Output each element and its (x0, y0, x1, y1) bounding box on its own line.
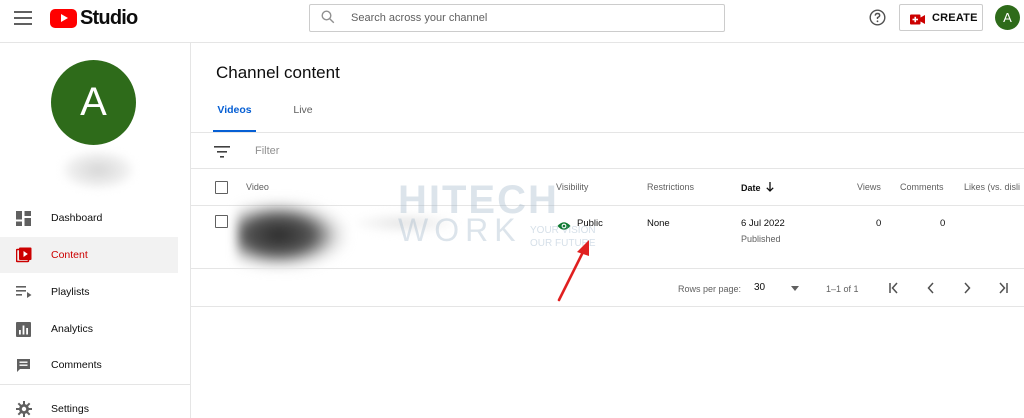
sidebar-item-settings[interactable]: Settings (0, 391, 178, 418)
row-divider (191, 268, 1024, 269)
annotation-arrow-icon (557, 240, 589, 302)
comments-value: 0 (940, 218, 946, 229)
sidebar-divider (0, 384, 190, 385)
column-header-likes: Likes (vs. disli (964, 182, 1021, 192)
sidebar-item-label: Comments (51, 359, 102, 371)
watermark-tagline-2: OUR FUTURE (530, 238, 596, 249)
pagination-divider (191, 306, 1024, 307)
studio-logo[interactable]: Studio (50, 6, 138, 29)
tab-videos[interactable]: Videos (213, 104, 256, 132)
column-header-visibility: Visibility (556, 182, 589, 192)
search-icon (319, 4, 347, 32)
dashboard-icon (15, 210, 32, 227)
visibility-value[interactable]: Public (577, 218, 603, 229)
sidebar-item-label: Dashboard (51, 212, 103, 224)
page-title: Channel content (216, 63, 340, 82)
date-value: 6 Jul 2022 (741, 218, 785, 229)
analytics-icon (15, 321, 32, 338)
page-range: 1–1 of 1 (826, 284, 859, 294)
comments-icon (15, 357, 32, 374)
select-all-checkbox[interactable] (215, 181, 228, 194)
date-status: Published (741, 234, 781, 244)
logo-text: Studio (80, 6, 138, 29)
video-thumbnail-blurred[interactable] (237, 200, 347, 270)
filter-input[interactable]: Filter (255, 145, 279, 157)
search-box[interactable] (309, 4, 725, 32)
sidebar-item-label: Playlists (51, 286, 90, 298)
next-page-icon[interactable] (959, 281, 975, 295)
channel-name-blurred (62, 151, 134, 189)
rows-per-page-select[interactable]: 30 (754, 282, 765, 293)
content-icon (15, 247, 32, 264)
first-page-icon[interactable] (886, 281, 902, 295)
create-label: CREATE (932, 11, 978, 24)
tab-live[interactable]: Live (288, 104, 318, 132)
sidebar-item-comments[interactable]: Comments (0, 347, 178, 383)
tabs-divider (191, 132, 1024, 133)
row-checkbox[interactable] (215, 215, 228, 228)
sidebar-item-label: Content (51, 249, 88, 261)
sidebar-item-label: Settings (51, 403, 89, 415)
sidebar-item-dashboard[interactable]: Dashboard (0, 200, 178, 236)
sidebar: A Dashboard Content Playlists Analytics … (0, 43, 191, 418)
video-title-blurred[interactable] (350, 212, 460, 234)
settings-icon (15, 401, 32, 418)
column-header-comments: Comments (900, 182, 944, 192)
sidebar-item-playlists[interactable]: Playlists (0, 274, 178, 310)
last-page-icon[interactable] (995, 281, 1011, 295)
filter-icon[interactable] (214, 145, 230, 158)
help-icon[interactable] (869, 9, 886, 26)
playlists-icon (15, 284, 32, 301)
rows-per-page-label: Rows per page: (678, 284, 742, 294)
prev-page-icon[interactable] (923, 281, 939, 295)
column-header-date[interactable]: Date (741, 182, 774, 194)
account-avatar[interactable]: A (995, 5, 1020, 30)
filter-divider (191, 168, 1024, 169)
create-button[interactable]: CREATE (899, 4, 983, 31)
column-header-views: Views (857, 182, 881, 192)
create-video-icon (910, 12, 925, 25)
sort-down-icon (765, 182, 774, 194)
channel-avatar[interactable]: A (51, 60, 136, 145)
sidebar-item-analytics[interactable]: Analytics (0, 311, 178, 347)
youtube-logo-icon (50, 8, 77, 28)
caret-down-icon[interactable] (791, 286, 799, 291)
sidebar-item-label: Analytics (51, 323, 94, 335)
column-header-date-label: Date (741, 183, 761, 193)
menu-icon[interactable] (14, 11, 32, 25)
eye-icon (557, 218, 571, 230)
views-value: 0 (876, 218, 882, 229)
top-bar: Studio CREATE A (0, 0, 1024, 43)
search-input[interactable] (351, 6, 711, 30)
column-header-restrictions: Restrictions (647, 182, 695, 192)
restrictions-value: None (647, 218, 670, 229)
sidebar-item-content[interactable]: Content (0, 237, 178, 273)
column-header-video: Video (246, 182, 269, 192)
